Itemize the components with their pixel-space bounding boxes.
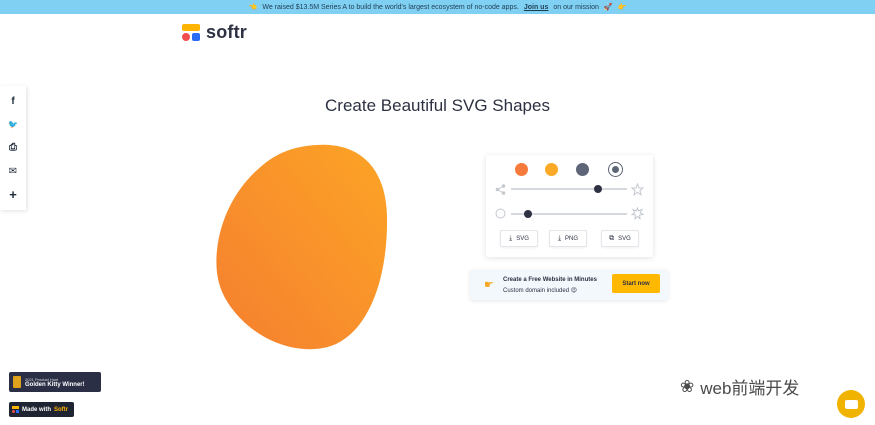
color-swatch-slate[interactable] <box>576 163 589 176</box>
wechat-watermark: ❀ web前端开发 <box>680 374 799 399</box>
color-swatch-orange[interactable] <box>515 163 528 176</box>
golden-kitty-badge[interactable]: 2021 Product Hunt Golden Kitty Winner! <box>9 372 101 392</box>
banner-text-after: on our mission <box>553 3 599 11</box>
copy-svg-label: SVG <box>618 235 631 242</box>
softr-logo-mark-icon <box>182 23 200 42</box>
spiky-star-icon <box>631 207 644 220</box>
join-us-link[interactable]: Join us <box>524 4 549 11</box>
heart-eyes-icon: 😍 <box>570 288 577 294</box>
badge-small-text: 2021 Product Hunt <box>25 376 59 382</box>
promo-title: Create a Free Website in Minutes <box>503 277 597 283</box>
pointing-hand-left-icon: 👈 <box>248 4 258 11</box>
chat-widget-button[interactable] <box>837 390 865 418</box>
plus-icon[interactable]: + <box>6 187 20 202</box>
contrast-slider-thumb[interactable] <box>524 210 533 218</box>
color-swatch-amber[interactable] <box>545 163 558 176</box>
download-icon: ⤓ <box>557 234 562 242</box>
download-svg-button[interactable]: ⤓ SVG <box>500 230 538 247</box>
announcement-banner: 👈 We raised $13.5M Series A to build the… <box>0 0 875 14</box>
pointing-hand-icon: ☛ <box>484 279 494 291</box>
circle-outline-icon <box>495 208 506 219</box>
promo-card: ☛ Create a Free Website in Minutes Custo… <box>470 270 668 300</box>
copy-icon: ⧉ <box>609 234 615 242</box>
rocket-icon: 🚀 <box>603 4 613 11</box>
star-icon <box>631 183 644 196</box>
watermark-text: web前端开发 <box>700 379 800 398</box>
brand-name: softr <box>206 22 247 42</box>
print-icon[interactable]: ⎙ <box>6 141 20 155</box>
shape-controls-panel: ⤓ SVG ⤓ PNG ⧉ SVG <box>486 155 653 257</box>
page-title: Create Beautiful SVG Shapes <box>325 96 550 115</box>
email-icon[interactable]: ✉ <box>6 164 20 178</box>
promo-subtitle-text: Custom domain included <box>503 288 570 294</box>
made-with-brand: Softr <box>54 406 69 413</box>
copy-svg-button[interactable]: ⧉ SVG <box>601 230 639 247</box>
share-nodes-icon <box>495 184 506 195</box>
complexity-slider-track[interactable] <box>511 188 627 190</box>
medal-icon <box>13 376 21 388</box>
promo-subtitle: Custom domain included 😍 <box>503 287 577 294</box>
banner-text: We raised $13.5M Series A to build the w… <box>262 3 519 11</box>
complexity-slider-thumb[interactable] <box>594 185 602 193</box>
start-now-button[interactable]: Start now <box>612 274 660 293</box>
download-svg-label: SVG <box>516 235 529 242</box>
download-png-button[interactable]: ⤓ PNG <box>549 230 587 247</box>
made-with-softr-badge[interactable]: Made with Softr <box>9 402 74 417</box>
wechat-icon: ❀ <box>680 376 695 396</box>
made-with-text: Made with <box>22 406 52 413</box>
chat-bubble-icon <box>844 399 858 409</box>
badge-big-text: Golden Kitty Winner! <box>25 381 85 388</box>
download-icon: ⤓ <box>509 234 513 242</box>
generated-blob-shape <box>216 144 388 350</box>
pointing-hand-right-icon: 👉 <box>617 4 627 11</box>
download-png-label: PNG <box>565 235 579 242</box>
gradient-toggle-icon[interactable] <box>608 162 623 177</box>
twitter-icon[interactable]: 🐦 <box>6 118 20 132</box>
softr-mini-logo-icon <box>12 406 19 413</box>
softr-logo[interactable]: softr <box>182 22 247 43</box>
